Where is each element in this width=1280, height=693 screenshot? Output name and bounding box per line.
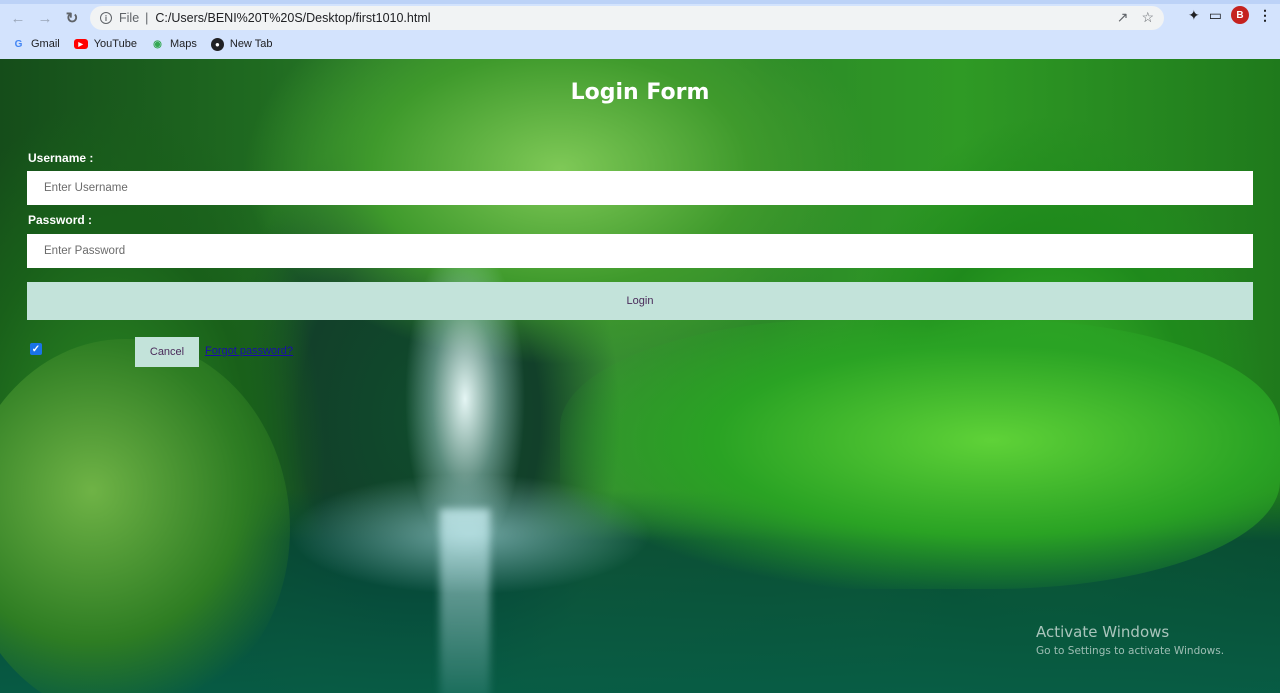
bookmark-new-tab[interactable]: ● New Tab	[210, 37, 273, 51]
background-foliage-right	[560, 319, 1280, 589]
star-icon[interactable]: ☆	[1141, 9, 1154, 26]
browser-chrome: ← → ↻ i File | C:/Users/BENI%20T%20S/Des…	[0, 0, 1280, 59]
activation-watermark-subtitle: Go to Settings to activate Windows.	[1036, 645, 1225, 657]
avatar[interactable]: B	[1231, 6, 1249, 24]
forgot-password-link[interactable]: Forgot password?	[205, 345, 293, 357]
youtube-icon: ▶	[73, 39, 88, 49]
bookmark-gmail[interactable]: G Gmail	[12, 38, 60, 51]
arrow-right-icon: →	[37, 9, 53, 27]
page-viewport: Login Form Username : Password : Login ✓…	[0, 59, 1280, 693]
activation-watermark-title: Activate Windows	[1036, 623, 1170, 641]
bookmark-label: Maps	[169, 38, 197, 50]
share-icon[interactable]: ↗	[1117, 9, 1129, 26]
page-title: Login Form	[570, 80, 710, 105]
bookmark-label: New Tab	[229, 38, 273, 50]
reload-button[interactable]: ↻	[59, 5, 85, 31]
globe-icon: ●	[210, 37, 224, 51]
login-button[interactable]: Login	[27, 282, 1253, 320]
side-panel-icon[interactable]: ▭	[1209, 7, 1222, 24]
bookmark-label: YouTube	[93, 38, 137, 50]
address-bar[interactable]: i File | C:/Users/BENI%20T%20S/Desktop/f…	[90, 6, 1164, 30]
forward-button[interactable]: →	[32, 5, 58, 31]
url-separator: |	[145, 11, 149, 25]
reload-icon: ↻	[65, 10, 79, 27]
gmail-icon: G	[14, 38, 23, 50]
menu-icon[interactable]: ⋮	[1258, 7, 1272, 24]
back-button[interactable]: ←	[5, 5, 31, 31]
checkmark-icon: ✓	[31, 343, 41, 355]
browser-toolbar: ← → ↻ i File | C:/Users/BENI%20T%20S/Des…	[0, 4, 1280, 32]
username-label: Username :	[28, 151, 94, 165]
background-waterfall	[440, 509, 490, 693]
info-icon[interactable]: i	[100, 12, 112, 24]
cancel-button[interactable]: Cancel	[135, 337, 199, 367]
remember-checkbox[interactable]: ✓	[30, 343, 42, 355]
password-label: Password :	[28, 213, 93, 227]
password-input[interactable]	[27, 234, 1253, 268]
bookmarks-bar: G Gmail ▶ YouTube ◉ Maps ● New Tab	[0, 33, 1280, 55]
maps-icon: ◉	[153, 38, 162, 50]
bookmark-label: Gmail	[31, 38, 60, 50]
bookmark-maps[interactable]: ◉ Maps	[151, 38, 197, 51]
arrow-left-icon: ←	[10, 9, 26, 27]
background-foliage-left	[0, 339, 290, 693]
url-scheme: File	[119, 11, 140, 25]
extensions-icon[interactable]: ✦	[1188, 7, 1200, 24]
username-input[interactable]	[27, 171, 1253, 205]
bookmark-youtube[interactable]: ▶ YouTube	[73, 38, 137, 50]
url-text[interactable]: C:/Users/BENI%20T%20S/Desktop/first1010.…	[155, 11, 430, 25]
